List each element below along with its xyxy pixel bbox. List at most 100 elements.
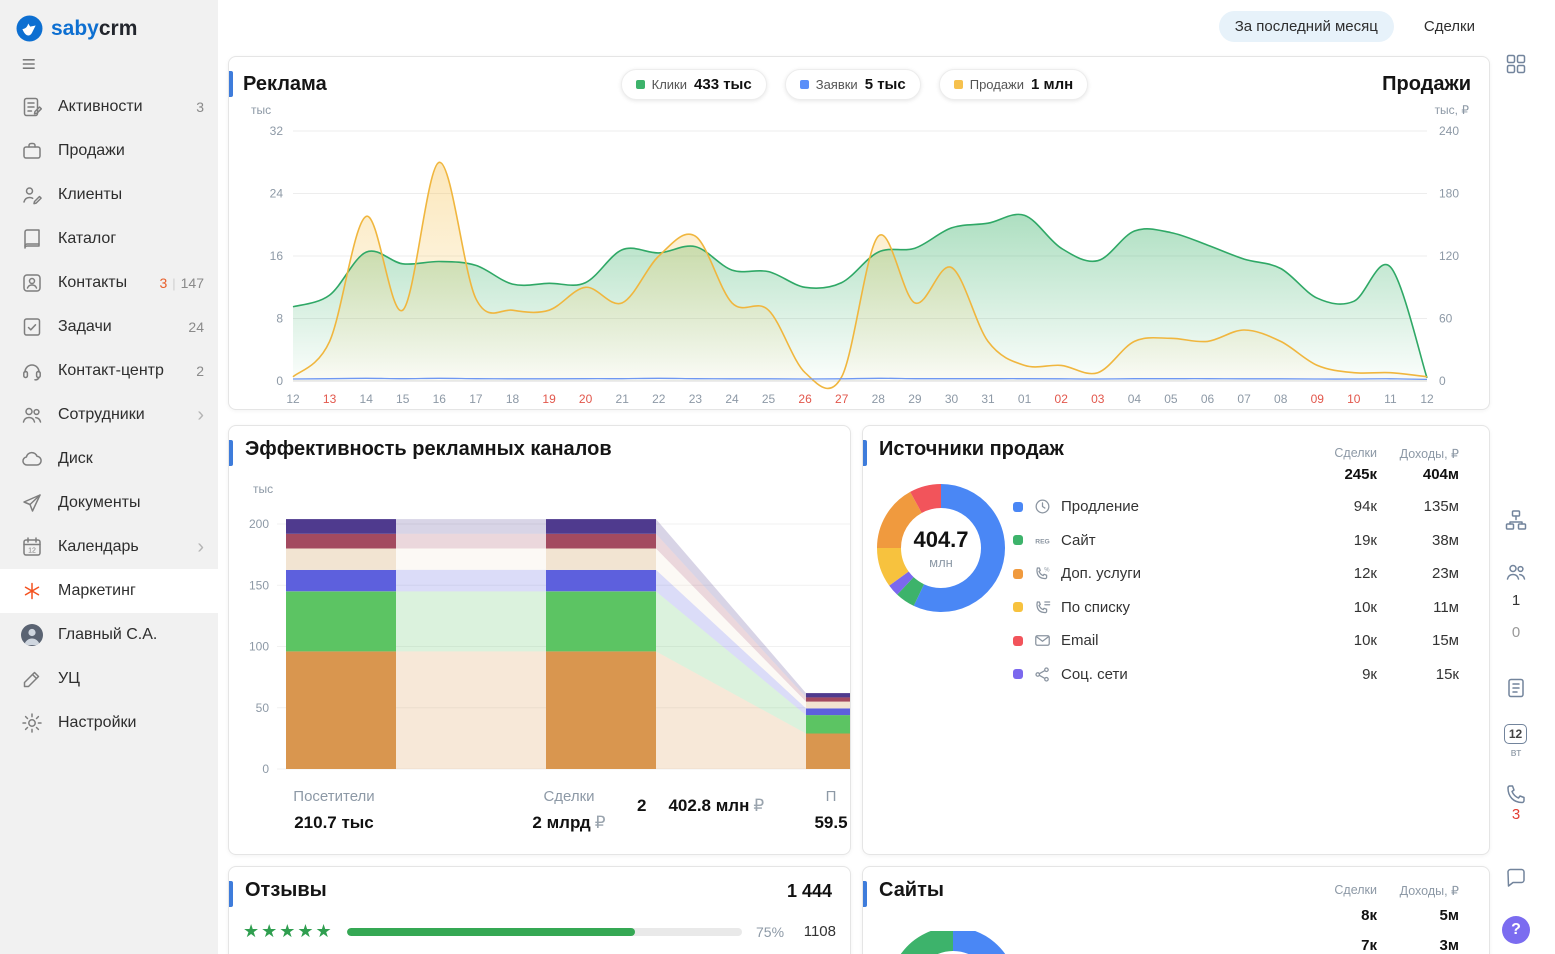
- sidebar-item-marketing[interactable]: Маркетинг: [0, 569, 218, 613]
- sidebar-item-clients[interactable]: Клиенты: [0, 173, 218, 217]
- sites-donut-chart[interactable]: [873, 931, 1033, 954]
- funnel-stage-4: П59.5: [801, 788, 851, 833]
- source-income: 15к: [1399, 666, 1459, 683]
- calendar-day: 12: [1504, 724, 1527, 744]
- source-deals: 10к: [1317, 599, 1377, 616]
- sales-card-title: Продажи: [1382, 73, 1471, 96]
- svg-text:200: 200: [249, 517, 269, 531]
- ads-line-chart[interactable]: 0816243206012018024012131415161718192021…: [229, 115, 1490, 410]
- right-toolbar: 1 0 12 вт 3 ?: [1497, 0, 1555, 954]
- sidebar-item-label: Задачи: [58, 318, 188, 336]
- stage-value: 2402.8 млн₽: [637, 796, 827, 816]
- svg-text:100: 100: [249, 640, 269, 654]
- deals-button[interactable]: Сделки: [1418, 17, 1481, 36]
- sidebar-item-label: Настройки: [58, 714, 204, 732]
- legend-label: Продажи: [970, 77, 1024, 92]
- svg-text:0: 0: [262, 762, 269, 776]
- site-income: 3м: [1440, 937, 1459, 954]
- source-row-5[interactable]: Email10к15м: [1013, 624, 1459, 658]
- catalog-icon: [20, 227, 44, 251]
- sidebar-nav: Активности3ПродажиКлиентыКаталогКонтакты…: [0, 85, 218, 745]
- funnel-stage-2: Сделки2 млрд₽: [501, 788, 637, 833]
- sidebar-item-label: Контакты: [58, 274, 159, 292]
- app-logo[interactable]: sabycrm: [0, 0, 218, 44]
- svg-text:19: 19: [542, 392, 556, 406]
- sidebar-item-disk[interactable]: Диск: [0, 437, 218, 481]
- star-rating: ★★★★★: [243, 921, 347, 942]
- svg-text:16: 16: [433, 392, 447, 406]
- avatar: [20, 623, 44, 647]
- income-column-header: Доходы, ₽: [1400, 883, 1459, 898]
- sidebar-item-contact-center[interactable]: Контакт-центр2: [0, 349, 218, 393]
- calendar-widget[interactable]: 12 вт: [1504, 724, 1528, 759]
- legend-item-1[interactable]: Клики433 тыс: [621, 69, 767, 100]
- people-count-primary[interactable]: 1: [1497, 592, 1535, 609]
- sidebar-item-label: Активности: [58, 98, 196, 116]
- svg-text:25: 25: [762, 392, 776, 406]
- funnel-stage-1: Посетители210.7 тыс: [267, 788, 401, 833]
- source-income: 135м: [1399, 498, 1459, 515]
- hierarchy-icon[interactable]: [1504, 508, 1528, 532]
- site-deals: 8к: [1361, 907, 1377, 924]
- svg-text:18: 18: [506, 392, 520, 406]
- svg-text:30: 30: [945, 392, 959, 406]
- send-icon: [20, 491, 44, 515]
- sidebar-item-sales[interactable]: Продажи: [0, 129, 218, 173]
- svg-text:24: 24: [270, 187, 284, 201]
- funnel-chart[interactable]: 050100150200: [229, 486, 851, 786]
- sidebar-item-profile[interactable]: Главный С.А.: [0, 613, 218, 657]
- sidebar-item-tasks[interactable]: Задачи24: [0, 305, 218, 349]
- rating-bar-fill: [347, 928, 635, 936]
- clock-icon: [1033, 497, 1052, 516]
- grid-view-icon[interactable]: [1504, 52, 1528, 76]
- sidebar-item-calendar[interactable]: 12Календарь›: [0, 525, 218, 569]
- sidebar-item-label: Клиенты: [58, 186, 204, 204]
- help-button[interactable]: ?: [1502, 916, 1530, 944]
- svg-text:11: 11: [1384, 392, 1397, 406]
- legend-swatch: [636, 80, 645, 89]
- sidebar-item-employees[interactable]: Сотрудники›: [0, 393, 218, 437]
- period-filter-button[interactable]: За последний месяц: [1219, 11, 1394, 42]
- card-accent-bar: [863, 881, 867, 907]
- svg-text:120: 120: [1439, 249, 1459, 263]
- svg-text:06: 06: [1201, 392, 1215, 406]
- source-row-1[interactable]: Продление94к135м: [1013, 490, 1459, 524]
- card-accent-bar: [229, 440, 233, 466]
- rating-percent: 75%: [756, 924, 800, 940]
- phone-icon[interactable]: [1504, 782, 1528, 806]
- people-icon[interactable]: [1504, 560, 1528, 584]
- notes-icon[interactable]: [1504, 676, 1528, 700]
- people-count-secondary[interactable]: 0: [1497, 624, 1535, 641]
- badge-divider: |: [172, 276, 175, 291]
- sidebar-item-activities[interactable]: Активности3: [0, 85, 218, 129]
- app-title: sabycrm: [51, 17, 137, 41]
- sidebar-item-documents[interactable]: Документы: [0, 481, 218, 525]
- svg-text:15: 15: [396, 392, 410, 406]
- source-row-4[interactable]: По списку10к11м: [1013, 591, 1459, 625]
- source-label: Соц. сети: [1061, 666, 1317, 683]
- sources-card-title: Источники продаж: [879, 438, 1064, 461]
- badge-count: 3: [196, 99, 204, 115]
- svg-text:27: 27: [835, 392, 849, 406]
- svg-text:31: 31: [981, 392, 995, 406]
- sidebar-item-uc[interactable]: УЦ: [0, 657, 218, 701]
- source-row-2[interactable]: REGСайт19к38м: [1013, 524, 1459, 558]
- source-row-3[interactable]: %Доп. услуги12к23м: [1013, 557, 1459, 591]
- stage-label: П: [801, 788, 851, 805]
- legend-item-2[interactable]: Заявки5 тыс: [785, 69, 921, 100]
- source-income: 11м: [1399, 599, 1459, 616]
- chat-icon[interactable]: [1504, 866, 1528, 890]
- sidebar-item-contacts[interactable]: Контакты3|147: [0, 261, 218, 305]
- source-row-6[interactable]: Соц. сети9к15к: [1013, 658, 1459, 692]
- legend-item-3[interactable]: Продажи1 млн: [939, 69, 1089, 100]
- sources-donut-chart[interactable]: 404.7 млн: [863, 470, 1019, 626]
- marketing-icon: [20, 579, 44, 603]
- sources-list: Продление94к135мREGСайт19к38м%Доп. услуг…: [1013, 490, 1459, 691]
- menu-toggle-icon[interactable]: [0, 44, 48, 85]
- sidebar-item-settings[interactable]: Настройки: [0, 701, 218, 745]
- sidebar: sabycrm Активности3ПродажиКлиентыКаталог…: [0, 0, 218, 954]
- sidebar-item-catalog[interactable]: Каталог: [0, 217, 218, 261]
- cloud-icon: [20, 447, 44, 471]
- reviews-row: ★★★★★75%1108: [243, 921, 836, 942]
- sidebar-item-label: Главный С.А.: [58, 626, 204, 644]
